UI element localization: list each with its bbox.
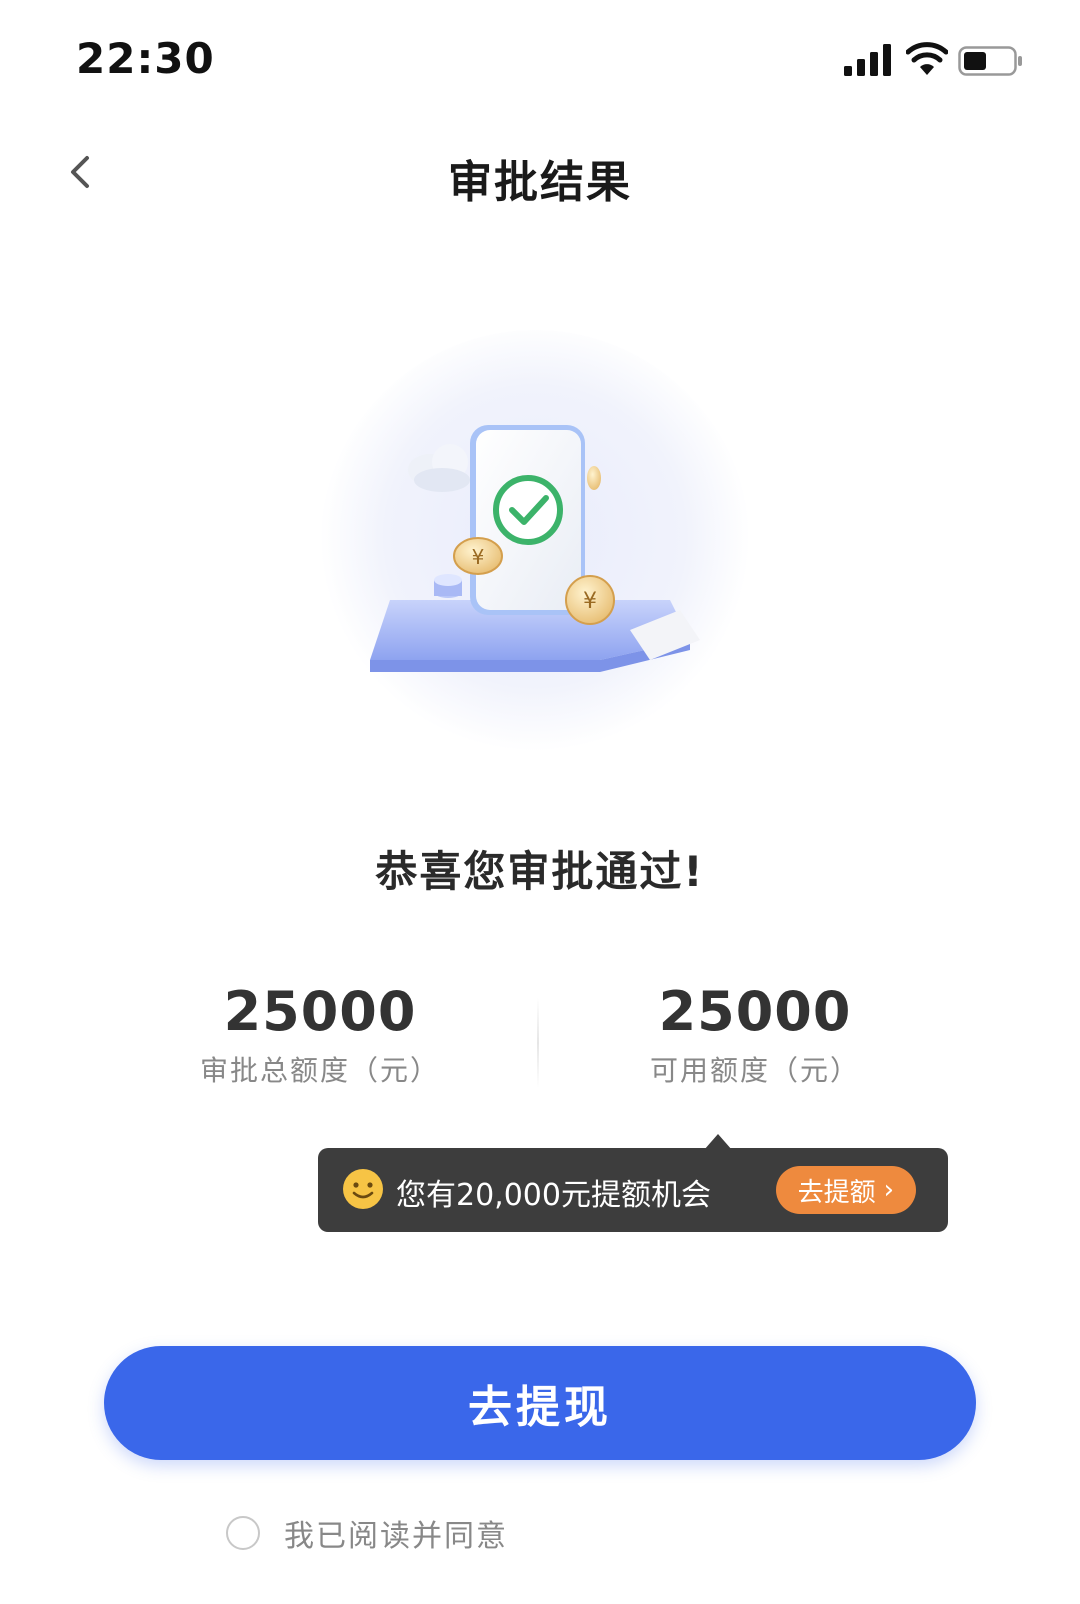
available-credit-label: 可用额度（元） [649, 1054, 860, 1087]
approval-success-illustration: ¥ ¥ [300, 330, 770, 760]
raise-limit-label: 去提额 [797, 1177, 876, 1208]
battery-icon [958, 46, 1022, 76]
raise-limit-button[interactable]: 去提额 › [775, 1166, 916, 1214]
wifi-icon [906, 42, 948, 75]
result-message: 恭喜您审批通过! [375, 847, 705, 896]
total-credit-value: 25000 [223, 980, 417, 1043]
total-credit: 25000 审批总额度（元） [150, 980, 490, 1089]
withdraw-button[interactable]: 去提现 [104, 1346, 976, 1460]
svg-text:¥: ¥ [583, 589, 597, 614]
nav-bar: 审批结果 [0, 120, 1080, 230]
tooltip-arrow [704, 1134, 732, 1150]
status-bar: 22:30 [0, 0, 1080, 110]
total-credit-label: 审批总额度（元） [199, 1054, 440, 1087]
credit-amounts: 25000 审批总额度（元） 25000 可用额度（元） [0, 980, 1080, 1100]
svg-text:¥: ¥ [472, 545, 485, 569]
agree-text: 我已阅读并同意 [284, 1519, 508, 1554]
smile-icon [343, 1169, 383, 1209]
credit-increase-tooltip: 您有20,000元提额机会 去提额 › [318, 1134, 948, 1232]
chevron-right-icon: › [883, 1175, 894, 1205]
tooltip-text: 您有20,000元提额机会 [396, 1178, 711, 1213]
status-time: 22:30 [76, 34, 215, 83]
available-credit-value: 25000 [658, 980, 852, 1043]
agree-radio[interactable] [226, 1516, 260, 1550]
agreement-row: 我已阅读并同意 [226, 1508, 508, 1558]
divider [537, 998, 539, 1088]
available-credit: 25000 可用额度（元） [585, 980, 925, 1089]
signal-icon [844, 44, 891, 76]
page-title: 审批结果 [448, 157, 632, 208]
